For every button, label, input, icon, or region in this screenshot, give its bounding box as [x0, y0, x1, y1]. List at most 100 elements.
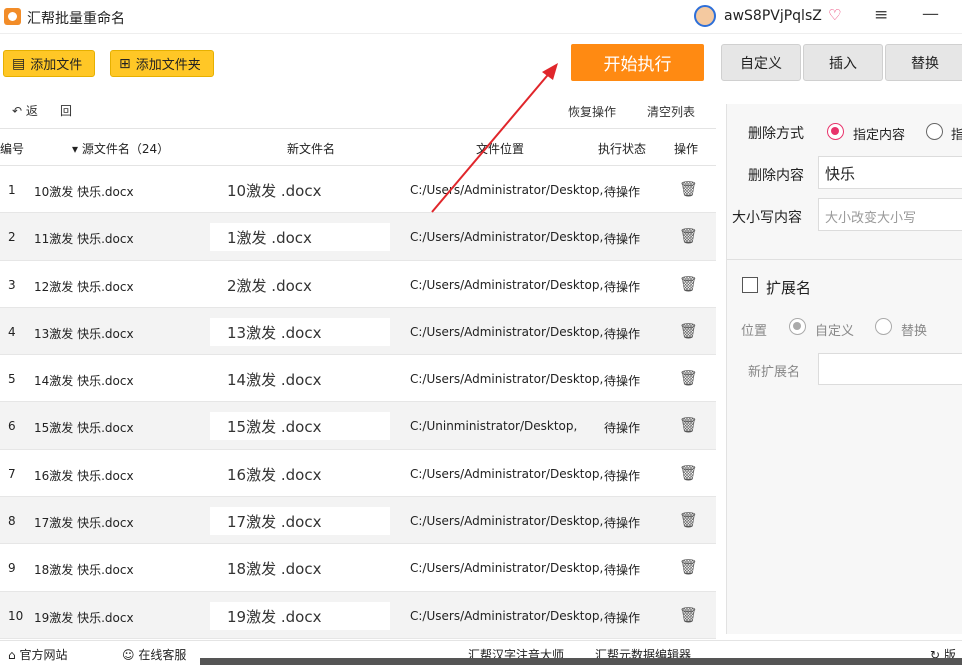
- case-label: 大小写内容: [732, 210, 802, 226]
- row-location: C:/Users/Administrator/Desktop,: [410, 277, 604, 292]
- delete-row-icon[interactable]: 🗑: [679, 275, 698, 293]
- delete-row-icon[interactable]: 🗑: [679, 227, 698, 245]
- support-link[interactable]: ☺ 在线客服: [122, 646, 186, 663]
- vip-heart-icon[interactable]: ♡: [828, 6, 841, 24]
- user-name[interactable]: awS8PVjPqlsZ: [724, 8, 822, 24]
- undo-icon: ↶: [12, 104, 26, 118]
- table-row[interactable]: 6 15激发 快乐.docx 15激发 .docx C:/Uninministrato…: [0, 402, 716, 450]
- position-option-replace[interactable]: 替换: [901, 320, 927, 339]
- new-extension-input[interactable]: [818, 353, 962, 385]
- header-action: 操作: [674, 142, 699, 156]
- tab-insert[interactable]: 插入: [803, 44, 883, 81]
- table-row[interactable]: 10 19激发 快乐.docx 19激发 .docx C:/Users/Adminis…: [0, 591, 716, 639]
- row-source-name: 14激发 快乐.docx: [34, 374, 134, 389]
- new-extension-label: 新扩展名: [748, 365, 801, 380]
- row-location: C:/Users/Administrator/Desktop,: [410, 466, 604, 481]
- row-index: 4: [8, 324, 16, 339]
- tab-replace[interactable]: 替换: [885, 44, 962, 81]
- row-source-name: 12激发 快乐.docx: [34, 279, 134, 294]
- delete-row-icon[interactable]: 🗑: [679, 606, 698, 624]
- table-row[interactable]: 8 17激发 快乐.docx 17激发 .docx C:/Users/Administ…: [0, 497, 716, 545]
- delete-content-input[interactable]: 快乐: [818, 156, 962, 189]
- clear-list-button[interactable]: 清空列表: [647, 103, 695, 120]
- table-row[interactable]: 1 10激发 快乐.docx 10激发 .docx C:/Users/Administ…: [0, 166, 716, 214]
- row-new-name: 14激发 .docx: [210, 365, 390, 394]
- row-status: 待操作: [604, 279, 641, 294]
- extension-label: 扩展名: [766, 279, 812, 297]
- start-button[interactable]: 开始执行: [571, 44, 704, 81]
- header-index: 编号: [0, 142, 25, 156]
- add-folder-button[interactable]: ⊞ 添加文件夹: [110, 50, 214, 77]
- row-location: C:/Users/Administrator/Desktop,: [410, 561, 604, 576]
- add-file-button[interactable]: ▤ 添加文件: [3, 50, 95, 77]
- app-logo-icon: [4, 8, 21, 25]
- row-new-name: 2激发 .docx: [210, 270, 390, 299]
- row-source-name: 19激发 快乐.docx: [34, 610, 134, 625]
- delete-mode-radio-other[interactable]: [926, 123, 943, 140]
- row-source-name: 11激发 快乐.docx: [34, 232, 134, 247]
- row-status: 待操作: [604, 610, 641, 625]
- file-list-icon: ▤: [12, 55, 26, 72]
- row-location: C:/Users/Administrator/Desktop,: [410, 608, 604, 623]
- row-status: 待操作: [604, 516, 641, 531]
- delete-mode-option-other[interactable]: 指: [951, 124, 962, 143]
- row-location: C:/Uninministrator/Desktop,: [410, 419, 578, 434]
- case-input[interactable]: 大小改变大小写: [818, 198, 962, 231]
- row-new-name: 13激发 .docx: [210, 317, 390, 346]
- row-index: 9: [8, 561, 16, 576]
- delete-row-icon[interactable]: 🗑: [679, 558, 698, 576]
- delete-row-icon[interactable]: 🗑: [679, 511, 698, 529]
- table-row[interactable]: 7 16激发 快乐.docx 16激发 .docx C:/Users/Administ…: [0, 450, 716, 498]
- tab-custom[interactable]: 自定义: [721, 44, 801, 81]
- row-new-name: 1激发 .docx: [210, 223, 390, 252]
- app-title: 汇帮批量重命名: [27, 11, 125, 27]
- row-new-name: 16激发 .docx: [210, 459, 390, 488]
- folder-add-icon: ⊞: [119, 55, 131, 72]
- header-new-name: 新文件名: [287, 142, 336, 156]
- menu-icon[interactable]: ≡: [874, 5, 888, 25]
- panel-divider: [727, 259, 962, 260]
- header-location: 文件位置: [476, 142, 525, 156]
- website-link[interactable]: ⌂ 官方网站: [8, 646, 67, 663]
- restore-button[interactable]: 恢复操作: [568, 103, 616, 120]
- delete-mode-option-specified[interactable]: 指定内容: [853, 124, 905, 143]
- minimize-icon[interactable]: —: [922, 4, 939, 24]
- delete-row-icon[interactable]: 🗑: [679, 464, 698, 482]
- file-table: 编号 ▾ 源文件名（24） 新文件名 文件位置 执行状态 操作 1 10激发 快乐…: [0, 128, 716, 639]
- header-status: 执行状态: [598, 142, 647, 156]
- delete-mode-label: 删除方式: [748, 126, 804, 142]
- table-row[interactable]: 2 11激发 快乐.docx 1激发 .docx C:/Users/Administr…: [0, 213, 716, 261]
- position-radio-custom[interactable]: [789, 318, 806, 335]
- position-option-custom[interactable]: 自定义: [815, 320, 854, 339]
- row-index: 5: [8, 372, 16, 387]
- refresh-link[interactable]: 回: [60, 102, 72, 119]
- row-status: 待操作: [604, 468, 641, 483]
- row-source-name: 15激发 快乐.docx: [34, 421, 134, 436]
- row-new-name: 10激发 .docx: [210, 176, 390, 204]
- row-status: 待操作: [604, 374, 641, 389]
- table-row[interactable]: 9 18激发 快乐.docx 18激发 .docx C:/Users/Administ…: [0, 544, 716, 592]
- delete-row-icon[interactable]: 🗑: [679, 369, 698, 387]
- add-file-label: 添加文件: [30, 58, 83, 73]
- row-location: C:/Users/Administrator/Desktop,: [410, 324, 604, 339]
- taskbar-strip: [200, 658, 962, 665]
- position-radio-replace[interactable]: [875, 318, 892, 335]
- extension-checkbox[interactable]: [742, 277, 758, 293]
- table-row[interactable]: 3 12激发 快乐.docx 2激发 .docx C:/Users/Administr…: [0, 261, 716, 308]
- position-label: 位置: [741, 324, 768, 339]
- table-row[interactable]: 5 14激发 快乐.docx 14激发 .docx C:/Users/Administ…: [0, 355, 716, 403]
- row-location: C:/Users/Administrator/Desktop,: [410, 372, 604, 387]
- delete-mode-radio-specified[interactable]: [827, 123, 844, 140]
- delete-row-icon[interactable]: 🗑: [679, 180, 698, 198]
- header-source[interactable]: ▾ 源文件名（24）: [72, 140, 169, 157]
- delete-row-icon[interactable]: 🗑: [679, 322, 698, 340]
- table-row[interactable]: 4 13激发 快乐.docx 13激发 .docx C:/Users/Administ…: [0, 307, 716, 356]
- row-status: 待操作: [604, 185, 641, 199]
- delete-row-icon[interactable]: 🗑: [679, 416, 698, 434]
- undo-link[interactable]: ↶ 返: [12, 102, 38, 119]
- row-index: 10: [8, 608, 24, 623]
- table-header: 编号 ▾ 源文件名（24） 新文件名 文件位置 执行状态 操作: [0, 128, 716, 166]
- row-index: 3: [8, 277, 16, 292]
- user-avatar[interactable]: [694, 5, 716, 27]
- row-index: 1: [8, 183, 16, 197]
